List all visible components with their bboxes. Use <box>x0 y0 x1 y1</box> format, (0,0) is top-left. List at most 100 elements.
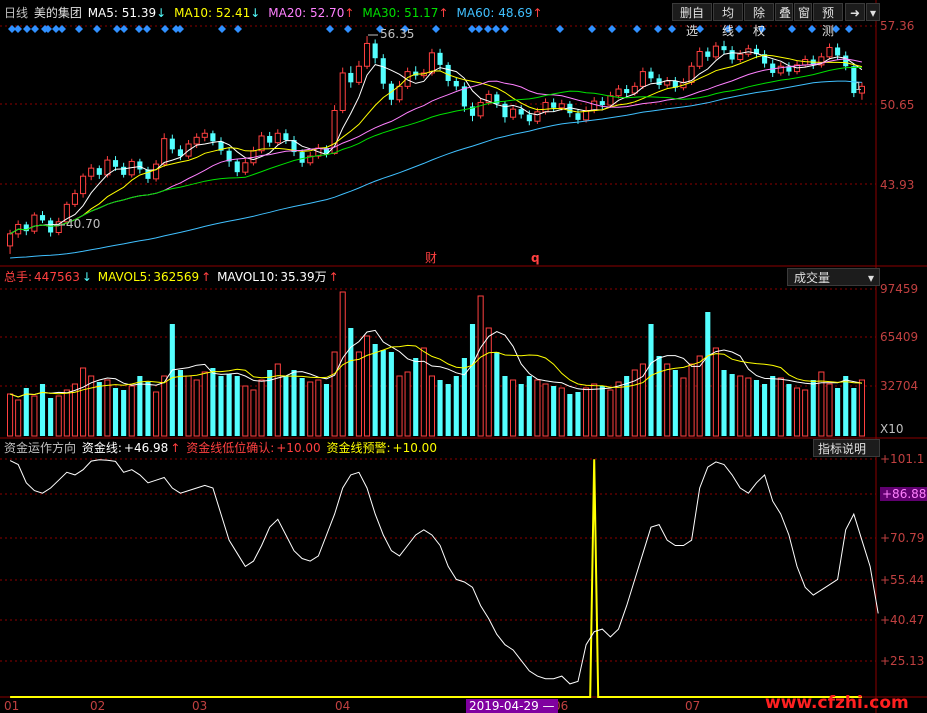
volume-bar <box>696 355 703 437</box>
event-diamond-icon <box>432 25 440 33</box>
candle-body <box>526 114 532 122</box>
volume-bar <box>664 363 671 437</box>
candle-body <box>648 71 654 79</box>
volume-bar <box>534 379 541 437</box>
low-price-marker: 40.70 <box>66 217 101 231</box>
candle-body <box>177 149 183 157</box>
indicator-selector-label: 成交量 <box>794 271 831 285</box>
remove-watchlist-button[interactable]: 删自选 <box>672 3 712 38</box>
volume-bar <box>299 378 305 436</box>
ma-trend-arrow: ↑ <box>438 6 449 20</box>
volume-bar <box>494 352 500 436</box>
volume-bar <box>331 351 338 437</box>
ex-rights-button[interactable]: 除权 <box>744 3 774 38</box>
event-diamond-icon <box>161 25 169 33</box>
ma-legend-item: MA60: 48.69↑ <box>456 6 543 20</box>
volume-bar <box>112 388 119 436</box>
event-diamond-icon <box>113 25 121 33</box>
candle-body <box>112 160 119 167</box>
candle-body <box>355 65 362 83</box>
volume-tick-mid: 65409 <box>880 330 919 344</box>
candle-body <box>696 50 703 67</box>
watermark: www.cfzhi.com <box>765 693 909 713</box>
event-diamond-icon <box>468 25 476 33</box>
x-tick-feb: 02 <box>90 699 106 713</box>
event-diamond-icon <box>218 25 226 33</box>
volume-bar <box>218 376 224 436</box>
volume-bar <box>380 350 386 436</box>
event-marker-q[interactable]: q <box>531 251 540 265</box>
candle-body <box>656 78 662 86</box>
ma-trend-arrow: ↑ <box>344 6 355 20</box>
volume-bar <box>607 389 614 437</box>
volume-bar <box>851 388 857 436</box>
chart-canvas[interactable] <box>0 0 927 713</box>
candle-body <box>283 133 289 140</box>
ma5-line <box>9 51 863 235</box>
volume-bar <box>672 370 678 436</box>
forecast-button[interactable]: 预测 <box>813 3 843 38</box>
volume-bar <box>161 375 168 437</box>
financial-report-marker[interactable]: 财 <box>425 251 437 265</box>
event-diamond-icon <box>633 25 641 33</box>
volume-bar <box>283 376 289 436</box>
low-confirm-value: +10.00 <box>276 441 321 455</box>
x-tick-jul: 07 <box>685 699 701 713</box>
volume-bar <box>639 363 646 437</box>
candle-body <box>615 88 622 97</box>
indicator-selector-volume[interactable]: 成交量 ▾ <box>787 268 880 286</box>
candle-body <box>396 85 403 101</box>
stock-name: 美的集团 <box>33 6 82 20</box>
volume-bar <box>615 381 622 437</box>
mavol10-arrow: ↑ <box>328 270 339 284</box>
volume-bar <box>777 377 784 437</box>
volume-legend: 总手: 447563 ↓ MAVOL5: 362569 ↑ MAVOL10: 35.39万… <box>4 270 341 284</box>
chevron-down-icon[interactable]: ▾ <box>866 3 880 21</box>
volume-bar <box>48 398 54 436</box>
low-confirm-label: 资金线低位确认: <box>186 441 275 455</box>
window-button[interactable]: 窗 <box>794 3 812 21</box>
volume-bar <box>810 380 816 436</box>
volume-bar <box>348 328 354 436</box>
volume-bar <box>688 363 695 437</box>
candle-body <box>591 100 598 111</box>
volume-bar <box>388 352 394 436</box>
ma-button[interactable]: 均线 <box>713 3 743 38</box>
ma-trend-arrow: ↓ <box>250 6 261 20</box>
volume-bar <box>624 376 630 436</box>
indicator-tick-2: +70.79 <box>880 531 925 545</box>
volume-bar <box>656 356 662 436</box>
ma-legend: MA5: 51.39↓ MA10: 52.41↓ MA20: 52.70↑ MA30:… <box>88 6 551 20</box>
candle-body <box>169 138 175 150</box>
price-tick-mid: 50.65 <box>880 98 915 112</box>
candle-body <box>705 51 711 57</box>
volume-tick-low: 32704 <box>880 379 919 393</box>
event-diamond-icon <box>501 25 509 33</box>
high-price-marker: 56.35 <box>380 27 415 41</box>
x-tick-mar: 03 <box>192 699 208 713</box>
candle-body <box>826 46 833 58</box>
indicator-explain-button[interactable]: 指标说明 <box>813 439 880 457</box>
volume-bar <box>323 384 330 436</box>
candle-body <box>363 42 371 67</box>
volume-tick-top: 97459 <box>880 282 919 296</box>
volume-bar <box>575 392 581 436</box>
candle-body <box>477 101 484 117</box>
overlay-button[interactable]: 叠 <box>775 3 793 21</box>
volume-total: 447563 <box>34 270 80 284</box>
candle-body <box>137 161 143 170</box>
candle-body <box>242 162 249 173</box>
volume-bar <box>121 390 127 436</box>
event-diamond-icon <box>326 25 334 33</box>
candle-body <box>7 233 14 247</box>
indicator-tick-0: +101.1 <box>880 452 925 466</box>
candle-body <box>639 71 646 87</box>
volume-bar <box>355 351 362 437</box>
volume-bar <box>88 375 95 437</box>
event-diamond-icon <box>31 25 39 33</box>
volume-bar <box>145 382 151 436</box>
collapse-icon[interactable]: ➜ <box>845 3 865 21</box>
event-diamond-icon <box>143 25 151 33</box>
price-tick-top: 57.36 <box>880 19 915 33</box>
candle-body <box>380 58 386 84</box>
